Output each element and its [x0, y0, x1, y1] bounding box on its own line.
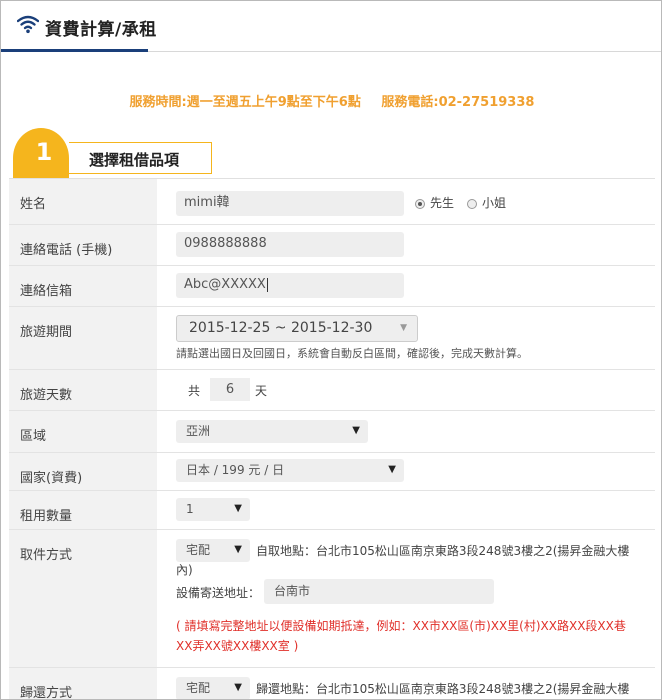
period-label: 旅遊期間 — [20, 325, 73, 340]
pickup-method-select[interactable]: 宅配 ▼ — [176, 539, 250, 562]
pickup-address-cont: 內) — [176, 563, 193, 577]
dropdown-arrow-icon: ▼ — [234, 682, 242, 693]
region-select[interactable]: 亞洲 ▼ — [176, 420, 368, 443]
address-note: ( 請填寫完整地址以便設備如期抵達，例如：XX市XX區(市)XX里(村)XX路X… — [176, 619, 626, 633]
step-number: 1 — [35, 138, 53, 166]
service-phone: 服務電話:02-27519338 — [381, 95, 535, 110]
days-suffix: 天 — [255, 384, 268, 398]
row-quantity: 租用數量 1 ▼ — [9, 491, 655, 530]
step-header: 選擇租借品項 1 — [13, 128, 213, 178]
email-value: Abc@XXXXX — [184, 277, 266, 292]
radio-ms[interactable] — [467, 199, 477, 209]
row-country: 國家(資費) 日本 / 199 元 / 日 ▼ — [9, 453, 655, 491]
row-period: 旅遊期間 2015-12-25 ~ 2015-12-30 ▼ 請點選出國日及回國… — [9, 307, 655, 370]
radio-mr-label: 先生 — [430, 196, 455, 210]
address-note-cont: XX弄XX號XX樓XX室 ) — [176, 639, 299, 653]
step-title: 選擇租借品項 — [89, 151, 180, 169]
quantity-value: 1 — [186, 502, 194, 516]
date-range-value: 2015-12-25 ~ 2015-12-30 — [189, 320, 373, 336]
return-method-value: 宅配 — [186, 681, 211, 695]
active-tab-underline — [1, 49, 148, 52]
country-select[interactable]: 日本 / 199 元 / 日 ▼ — [176, 459, 404, 482]
country-label: 國家(資費) — [20, 471, 83, 486]
dropdown-arrow-icon: ▼ — [234, 503, 242, 514]
region-value: 亞洲 — [186, 424, 211, 438]
dropdown-arrow-icon: ▼ — [388, 464, 396, 475]
phone-label: 連絡電話 (手機) — [20, 243, 113, 258]
region-label: 區域 — [20, 429, 47, 444]
row-email: 連絡信箱 Abc@XXXXX — [9, 266, 655, 307]
period-hint: 請點選出國日及回國日，系統會自動反白區間，確認後，完成天數計算。 — [176, 347, 528, 360]
row-days: 旅遊天數 共 6 天 — [9, 370, 655, 411]
radio-ms-label: 小姐 — [482, 196, 507, 210]
return-label: 歸還方式 — [20, 686, 73, 700]
phone-input[interactable]: 0988888888 — [176, 232, 404, 257]
rental-form: 姓名 mimi韓 先生 小姐 連絡電話 (手機) 0988888888 連絡信箱… — [9, 178, 655, 700]
date-range-picker[interactable]: 2015-12-25 ~ 2015-12-30 ▼ — [176, 315, 418, 342]
quantity-select[interactable]: 1 ▼ — [176, 498, 250, 521]
days-label: 旅遊天數 — [20, 388, 73, 403]
return-method-select[interactable]: 宅配 ▼ — [176, 677, 250, 699]
row-phone: 連絡電話 (手機) 0988888888 — [9, 225, 655, 266]
page-frame: 資費計算/承租 服務時間:週一至週五上午9點至下午6點 服務電話:02-2751… — [0, 0, 662, 700]
days-prefix: 共 — [188, 384, 201, 398]
pickup-address: 自取地點：台北市105松山區南京東路3段248號3樓之2(揚昇金融大樓 — [256, 544, 630, 558]
name-input[interactable]: mimi韓 — [176, 191, 404, 216]
dropdown-arrow-icon: ▼ — [234, 544, 242, 555]
days-count: 6 — [210, 378, 250, 401]
page-header: 資費計算/承租 — [1, 1, 661, 52]
pickup-method-value: 宅配 — [186, 543, 211, 557]
dropdown-arrow-icon: ▼ — [352, 425, 360, 436]
row-return: 歸還方式 宅配 ▼ 歸還地點：台北市105松山區南京東路3段248號3樓之2(揚… — [9, 668, 655, 700]
row-pickup: 取件方式 宅配 ▼ 自取地點：台北市105松山區南京東路3段248號3樓之2(揚… — [9, 530, 655, 668]
email-input[interactable]: Abc@XXXXX — [176, 273, 404, 298]
ship-address-label: 設備寄送地址： — [176, 586, 261, 600]
radio-mr[interactable] — [415, 199, 425, 209]
wifi-icon — [17, 15, 39, 34]
country-value: 日本 / 199 元 / 日 — [186, 463, 285, 477]
email-label: 連絡信箱 — [20, 284, 73, 299]
service-hours: 服務時間:週一至週五上午9點至下午6點 — [129, 95, 361, 110]
page-title: 資費計算/承租 — [45, 20, 157, 40]
step-title-box: 選擇租借品項 — [69, 142, 212, 174]
ship-address-input[interactable]: 台南市 — [264, 579, 494, 604]
text-cursor — [266, 277, 268, 292]
pickup-label: 取件方式 — [20, 548, 73, 563]
service-info: 服務時間:週一至週五上午9點至下午6點 服務電話:02-27519338 — [1, 91, 661, 110]
quantity-label: 租用數量 — [20, 509, 73, 524]
return-address: 歸還地點：台北市105松山區南京東路3段248號3樓之2(揚昇金融大樓 — [256, 682, 630, 696]
dropdown-arrow-icon: ▼ — [400, 323, 407, 333]
row-region: 區域 亞洲 ▼ — [9, 411, 655, 453]
row-name: 姓名 mimi韓 先生 小姐 — [9, 179, 655, 225]
name-label: 姓名 — [20, 197, 47, 212]
